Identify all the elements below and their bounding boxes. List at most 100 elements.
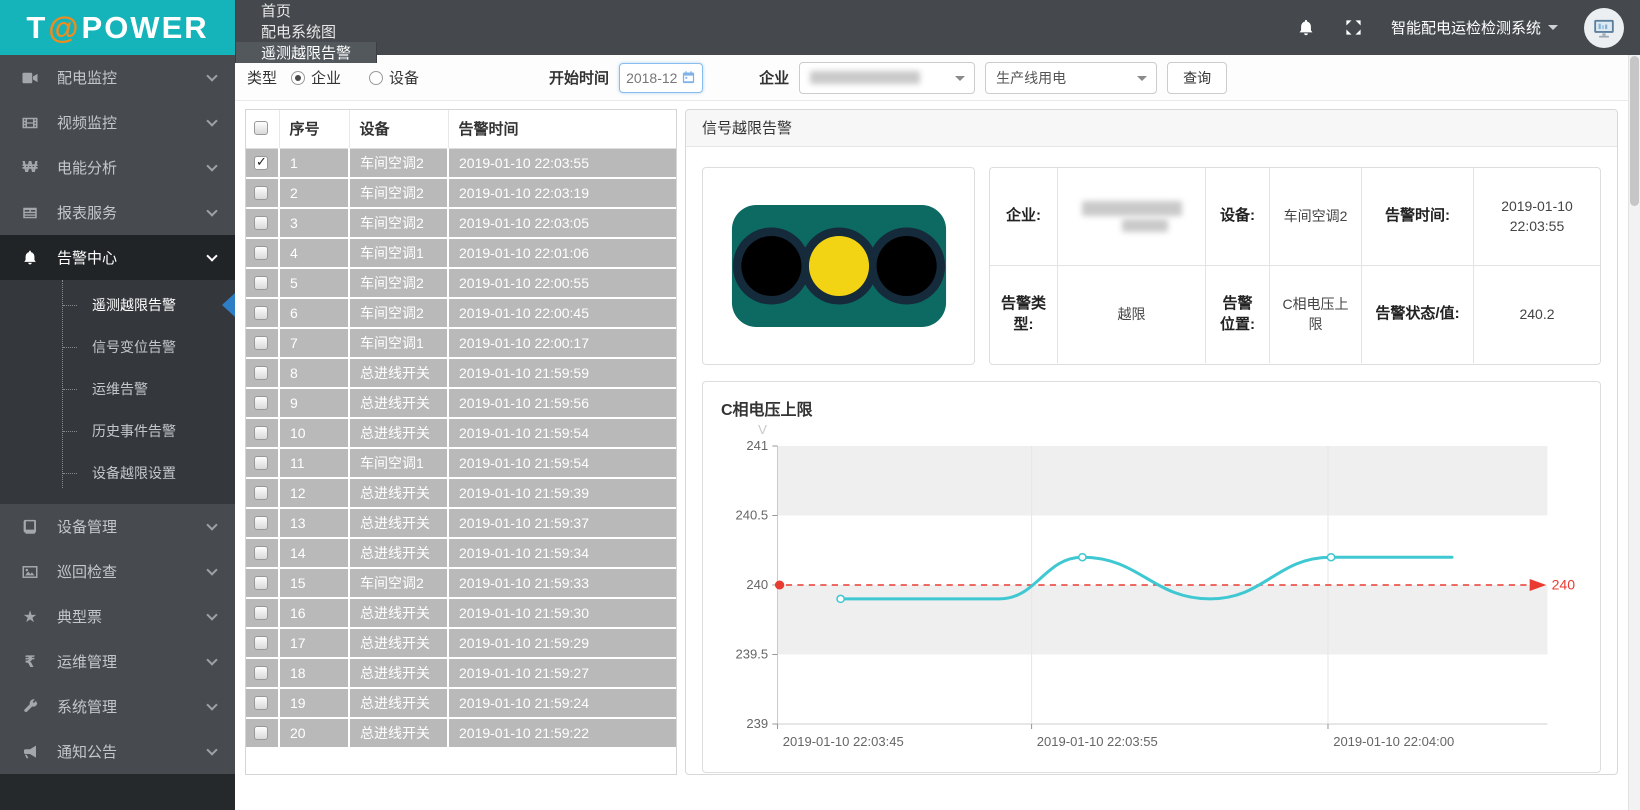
alarm-table-row[interactable]: 8总进线开关2019-01-10 21:59:59 — [246, 358, 676, 388]
sidebar-item-0[interactable]: 配电监控 — [0, 55, 235, 100]
alarm-table-row[interactable]: 16总进线开关2019-01-10 21:59:30 — [246, 598, 676, 628]
cell-device: 总进线开关 — [349, 688, 448, 718]
sidebar-subitem-0[interactable]: 遥测越限告警 — [0, 284, 235, 326]
sidebar-item-8[interactable]: ₹运维管理 — [0, 639, 235, 684]
sidebar-item-2[interactable]: ₩电能分析 — [0, 145, 235, 190]
sidebar-item-4[interactable]: 告警中心 — [0, 235, 235, 280]
radio-company-label[interactable]: 企业 — [311, 67, 341, 88]
brand-logo[interactable]: T@POWER — [0, 0, 235, 55]
alarm-table-row[interactable]: 19总进线开关2019-01-10 21:59:24 — [246, 688, 676, 718]
start-time-input[interactable]: 2018-12 — [619, 63, 703, 93]
row-checkbox[interactable] — [254, 366, 268, 380]
alarm-table-row[interactable]: 11车间空调12019-01-10 21:59:54 — [246, 448, 676, 478]
sidebar-subitem-label: 设备越限设置 — [92, 463, 176, 483]
sidebar-subitem-1[interactable]: 信号变位告警 — [0, 326, 235, 368]
row-checkbox[interactable] — [254, 666, 268, 680]
sidebar-subitem-2[interactable]: 运维告警 — [0, 368, 235, 410]
row-checkbox[interactable] — [254, 636, 268, 650]
row-checkbox[interactable] — [254, 186, 268, 200]
chart-title: C相电压上限 — [721, 396, 1586, 420]
header-time: 告警时间 — [448, 110, 676, 148]
row-checkbox[interactable] — [254, 216, 268, 230]
alarm-table-row[interactable]: 13总进线开关2019-01-10 21:59:37 — [246, 508, 676, 538]
page-scrollbar[interactable] — [1628, 55, 1640, 810]
chevron-down-icon — [206, 70, 217, 81]
filter-bar: 类型 企业 设备 开始时间 2018-12 企业 生产线用电 查询 — [235, 55, 1628, 101]
sidebar-item-3[interactable]: 报表服务 — [0, 190, 235, 235]
alarm-table-row[interactable]: 1车间空调22019-01-10 22:03:55 — [246, 148, 676, 178]
row-checkbox[interactable] — [254, 726, 268, 740]
alarm-table-row[interactable]: 2车间空调22019-01-10 22:03:19 — [246, 178, 676, 208]
alarm-table-row[interactable]: 9总进线开关2019-01-10 21:59:56 — [246, 388, 676, 418]
query-button[interactable]: 查询 — [1167, 62, 1227, 94]
alarm-table-row[interactable]: 17总进线开关2019-01-10 21:59:29 — [246, 628, 676, 658]
radio-company[interactable] — [291, 71, 305, 85]
row-checkbox[interactable] — [254, 516, 268, 530]
row-checkbox[interactable] — [254, 486, 268, 500]
cell-device: 车间空调2 — [349, 298, 448, 328]
alarm-table-row[interactable]: 14总进线开关2019-01-10 21:59:34 — [246, 538, 676, 568]
row-checkbox[interactable] — [254, 276, 268, 290]
row-checkbox[interactable] — [254, 456, 268, 470]
alarm-table-row[interactable]: 4车间空调12019-01-10 22:01:06 — [246, 238, 676, 268]
sidebar-item-10[interactable]: 通知公告 — [0, 729, 235, 774]
line-select[interactable]: 生产线用电 — [985, 62, 1157, 94]
alarm-table-row[interactable]: 6车间空调22019-01-10 22:00:45 — [246, 298, 676, 328]
top-nav-item-2[interactable]: 遥测越限告警 — [235, 42, 377, 63]
alarm-table-row[interactable]: 3车间空调22019-01-10 22:03:05 — [246, 208, 676, 238]
field-label-alarm-value: 告警状态/值: — [1362, 266, 1474, 364]
select-all-checkbox[interactable] — [254, 121, 268, 135]
sidebar-item-5[interactable]: 设备管理 — [0, 504, 235, 549]
cell-time: 2019-01-10 22:03:19 — [448, 178, 676, 208]
row-checkbox[interactable] — [254, 156, 268, 170]
radio-device[interactable] — [369, 71, 383, 85]
row-checkbox[interactable] — [254, 606, 268, 620]
cell-device: 车间空调2 — [349, 568, 448, 598]
top-nav-item-0[interactable]: 首页 — [235, 0, 377, 21]
star-icon: ★ — [18, 607, 42, 627]
alarm-table-row[interactable]: 15车间空调22019-01-10 21:59:33 — [246, 568, 676, 598]
traffic-light-yellow-on — [808, 236, 868, 296]
sidebar-item-9[interactable]: 系统管理 — [0, 684, 235, 729]
chevron-down-icon — [1137, 76, 1147, 86]
row-checkbox[interactable] — [254, 546, 268, 560]
user-avatar[interactable] — [1584, 8, 1624, 48]
topbar: T@POWER 首页配电系统图遥测越限告警 智能配电运检检测系统 — [0, 0, 1640, 55]
alarm-table-row[interactable]: 7车间空调12019-01-10 22:00:17 — [246, 328, 676, 358]
bell-icon[interactable] — [1295, 17, 1317, 39]
alarm-table-row[interactable]: 5车间空调22019-01-10 22:00:55 — [246, 268, 676, 298]
logo-text-prefix: T — [26, 10, 47, 46]
sidebar: 配电监控视频监控₩电能分析报表服务告警中心遥测越限告警信号变位告警运维告警历史事… — [0, 55, 235, 810]
alarm-table-row[interactable]: 12总进线开关2019-01-10 21:59:39 — [246, 478, 676, 508]
row-checkbox[interactable] — [254, 426, 268, 440]
fullscreen-expand-icon[interactable] — [1343, 17, 1365, 39]
top-nav-item-1[interactable]: 配电系统图 — [235, 21, 377, 42]
company-select[interactable] — [799, 62, 975, 94]
system-title-dropdown[interactable]: 智能配电运检检测系统 — [1391, 17, 1558, 38]
sidebar-menu: 配电监控视频监控₩电能分析报表服务告警中心遥测越限告警信号变位告警运维告警历史事… — [0, 55, 235, 774]
chevron-down-icon — [206, 744, 217, 755]
alarm-table-row[interactable]: 20总进线开关2019-01-10 21:59:22 — [246, 718, 676, 748]
alarm-table-row[interactable]: 10总进线开关2019-01-10 21:59:54 — [246, 418, 676, 448]
sidebar-group-9: 系统管理 — [0, 684, 235, 729]
alarm-table-row[interactable]: 18总进线开关2019-01-10 21:59:27 — [246, 658, 676, 688]
topbar-right: 智能配电运检检测系统 — [1295, 0, 1640, 55]
cell-device: 车间空调1 — [349, 448, 448, 478]
row-checkbox[interactable] — [254, 396, 268, 410]
sidebar-subitem-3[interactable]: 历史事件告警 — [0, 410, 235, 452]
row-checkbox[interactable] — [254, 696, 268, 710]
sidebar-item-7[interactable]: ★典型票 — [0, 594, 235, 639]
cell-index: 9 — [279, 388, 349, 418]
sidebar-subitem-4[interactable]: 设备越限设置 — [0, 452, 235, 494]
calendar-icon[interactable] — [681, 70, 696, 85]
sidebar-item-1[interactable]: 视频监控 — [0, 100, 235, 145]
row-checkbox[interactable] — [254, 576, 268, 590]
sidebar-group-1: 视频监控 — [0, 100, 235, 145]
sidebar-item-6[interactable]: 巡回检查 — [0, 549, 235, 594]
row-checkbox[interactable] — [254, 246, 268, 260]
cell-time: 2019-01-10 21:59:54 — [448, 418, 676, 448]
row-checkbox[interactable] — [254, 336, 268, 350]
row-checkbox[interactable] — [254, 306, 268, 320]
radio-device-label[interactable]: 设备 — [389, 67, 419, 88]
scrollbar-thumb[interactable] — [1630, 56, 1639, 206]
